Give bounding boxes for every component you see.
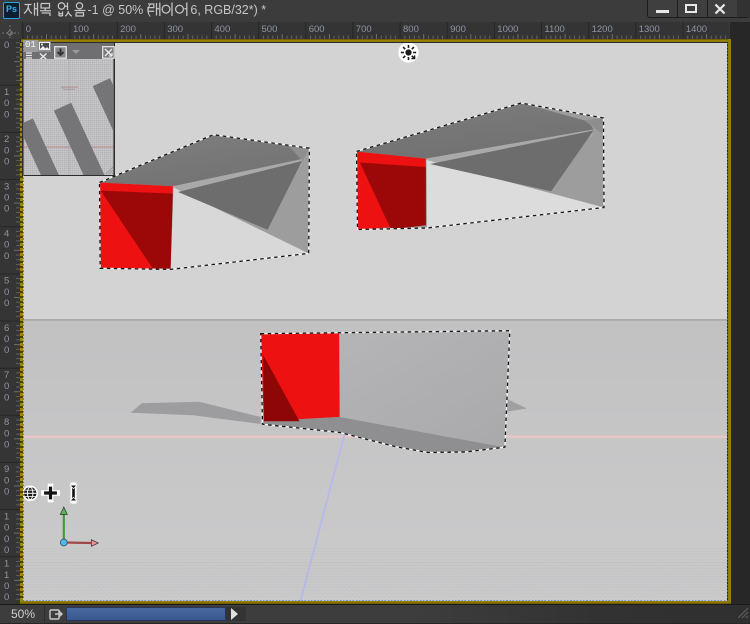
- svg-text:1: 1: [4, 559, 9, 570]
- svg-text:0: 0: [4, 157, 9, 168]
- svg-text:500: 500: [262, 24, 278, 35]
- svg-text:200: 200: [120, 24, 136, 35]
- svg-text:1400: 1400: [686, 24, 707, 35]
- svg-text:0: 0: [4, 204, 9, 215]
- svg-text:0: 0: [4, 534, 9, 545]
- svg-text:0: 0: [4, 145, 9, 156]
- svg-text:700: 700: [356, 24, 372, 35]
- svg-text:0: 0: [4, 487, 9, 498]
- svg-text:8: 8: [4, 417, 9, 428]
- svg-text:9: 9: [4, 464, 9, 475]
- svg-text:900: 900: [450, 24, 466, 35]
- svg-text:1: 1: [4, 87, 9, 98]
- svg-text:0: 0: [4, 193, 9, 204]
- svg-text:6, RGB/32*) *: 6, RGB/32*) *: [190, 3, 266, 17]
- svg-text:0: 0: [4, 240, 9, 251]
- svg-text:400: 400: [214, 24, 230, 35]
- svg-text:6: 6: [4, 323, 9, 334]
- svg-text:1: 1: [4, 570, 9, 581]
- svg-text:800: 800: [403, 24, 419, 35]
- svg-text:2: 2: [4, 134, 9, 145]
- svg-text:0: 0: [4, 98, 9, 109]
- svg-text:0: 0: [4, 334, 9, 345]
- svg-text:0: 0: [4, 345, 9, 356]
- svg-text:1100: 1100: [544, 24, 564, 35]
- svg-text:1: 1: [4, 511, 9, 522]
- svg-text:0: 0: [4, 545, 9, 556]
- svg-text:0: 0: [4, 287, 9, 298]
- svg-text:3: 3: [4, 181, 9, 192]
- svg-text:0: 0: [4, 381, 9, 392]
- svg-text:1000: 1000: [497, 24, 518, 35]
- svg-text:0: 0: [4, 581, 9, 592]
- svg-text:0: 0: [4, 523, 9, 534]
- svg-text:0: 0: [4, 110, 9, 121]
- svg-text:1300: 1300: [639, 24, 660, 35]
- svg-text:0: 0: [4, 592, 9, 601]
- svg-text:0: 0: [26, 24, 31, 35]
- svg-text:0: 0: [4, 392, 9, 403]
- svg-text:0: 0: [4, 475, 9, 486]
- svg-text:1200: 1200: [592, 24, 613, 35]
- svg-text:-1 @ 50% (: -1 @ 50% (: [88, 3, 152, 17]
- svg-text:5: 5: [4, 276, 9, 287]
- svg-text:300: 300: [167, 24, 183, 35]
- svg-text:4: 4: [4, 229, 9, 240]
- svg-text:0: 0: [4, 298, 9, 309]
- svg-text:600: 600: [309, 24, 325, 35]
- svg-text:0: 0: [4, 440, 9, 451]
- svg-text:0: 0: [4, 251, 9, 262]
- svg-text:7: 7: [4, 370, 9, 381]
- svg-text:0: 0: [4, 40, 9, 51]
- svg-text:100: 100: [73, 24, 89, 35]
- svg-text:0: 0: [4, 428, 9, 439]
